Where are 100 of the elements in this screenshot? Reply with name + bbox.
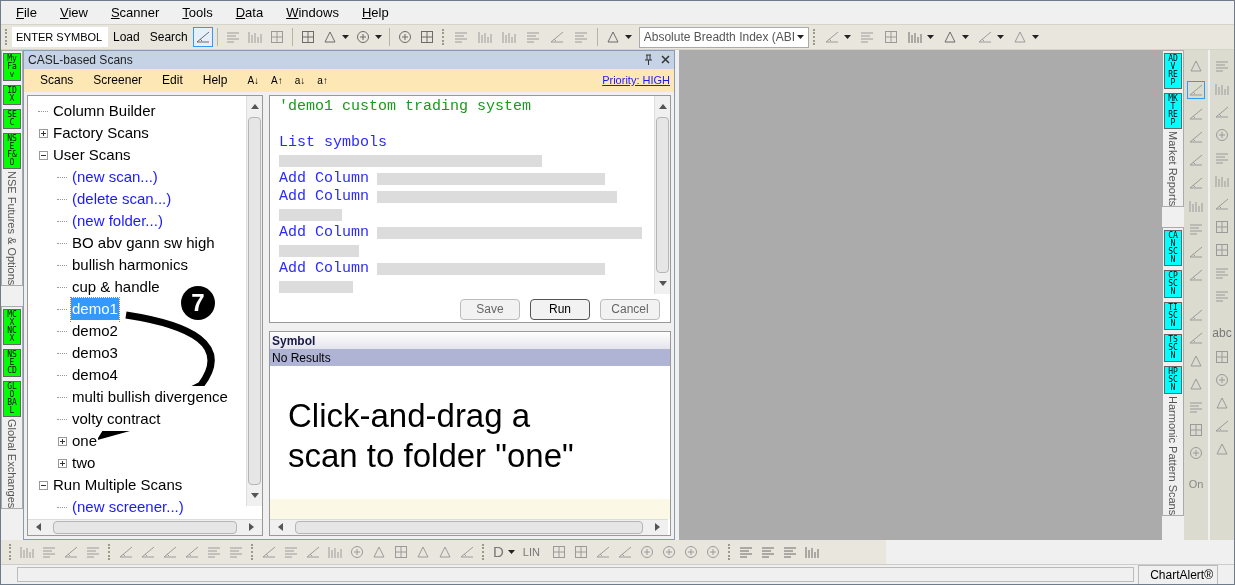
scroll-right-icon[interactable] xyxy=(655,523,660,532)
toolbar-grip[interactable] xyxy=(108,543,111,560)
menu-item[interactable]: Scanner xyxy=(110,2,160,23)
menu-item[interactable]: Data xyxy=(235,2,264,23)
chart-tool-icon[interactable] xyxy=(1188,444,1204,461)
chart-tool-icon[interactable] xyxy=(704,543,721,560)
menu-item[interactable]: Help xyxy=(361,2,389,23)
chart-tool-icon[interactable] xyxy=(418,29,435,45)
scrollbar-thumb[interactable] xyxy=(53,520,237,534)
toolbar-grip[interactable] xyxy=(441,29,445,45)
dropdown-caret-icon[interactable] xyxy=(961,35,969,39)
priority-link[interactable]: Priority: HIGH xyxy=(602,71,670,89)
editor-button[interactable]: Save xyxy=(460,298,520,320)
symbol-field[interactable]: ENTER SYMBOL xyxy=(12,27,108,47)
chart-tool-icon[interactable] xyxy=(638,543,655,560)
exchange-badge[interactable]: ADV REP xyxy=(1164,52,1182,89)
scrollbar-thumb[interactable] xyxy=(248,116,261,485)
vertical-panel-label[interactable]: NSE Futures & Options xyxy=(1,170,25,285)
vertical-panel-label[interactable]: Harmonic Pattern Scans xyxy=(1160,395,1186,516)
scroll-up-icon[interactable] xyxy=(658,103,667,109)
dropdown-caret-icon[interactable] xyxy=(507,549,515,554)
toolbar-grip[interactable] xyxy=(727,543,731,560)
editor-button[interactable]: Run xyxy=(530,298,590,320)
menu-item[interactable]: Windows xyxy=(286,2,339,23)
scroll-down-icon[interactable] xyxy=(658,280,667,286)
chart-tool-icon[interactable] xyxy=(1214,218,1230,235)
chart-tool-icon[interactable] xyxy=(548,29,565,45)
exchange-badge[interactable]: HP SCN xyxy=(1164,365,1182,394)
expand-icon[interactable] xyxy=(38,129,48,139)
editor-button[interactable]: Cancel xyxy=(600,298,660,320)
dropdown-caret-icon[interactable] xyxy=(926,35,934,39)
chart-tool-icon[interactable] xyxy=(1188,421,1204,438)
tree-item[interactable]: multi bullish divergence xyxy=(71,386,229,409)
exchange-badge[interactable]: GLO BAL xyxy=(3,381,21,417)
panel-menu-item[interactable]: Scans xyxy=(40,71,74,90)
font-size-button[interactable]: a↓ xyxy=(294,72,306,88)
font-size-button[interactable]: a↑ xyxy=(317,72,328,88)
column-header[interactable]: Symbol xyxy=(270,331,670,349)
menu-item[interactable]: Tools xyxy=(182,2,213,23)
exchange-badge[interactable]: TS SCN xyxy=(1164,333,1182,362)
chart-tool-icon[interactable] xyxy=(682,543,699,560)
expand-icon[interactable] xyxy=(57,437,67,447)
exchange-badge[interactable]: NSE CD xyxy=(3,349,21,377)
exchange-badge[interactable]: My Fav xyxy=(3,52,21,81)
scrollbar-thumb[interactable] xyxy=(656,116,669,273)
vertical-panel-label[interactable]: Global Exchanges xyxy=(1,419,25,509)
chart-tool-icon[interactable] xyxy=(550,543,567,560)
collapse-icon[interactable] xyxy=(38,481,48,491)
toolbar-button[interactable]: Load xyxy=(108,28,145,46)
chart-tool-icon[interactable] xyxy=(299,29,316,45)
dropdown-caret-icon[interactable] xyxy=(624,35,632,39)
toolbar-grip[interactable] xyxy=(9,543,12,560)
chart-tool-icon[interactable] xyxy=(349,543,365,560)
chart-tool-icon[interactable] xyxy=(396,29,413,45)
toolbar-grip[interactable] xyxy=(812,29,816,45)
toolbar-grip[interactable] xyxy=(5,29,8,45)
pin-icon[interactable] xyxy=(644,54,653,66)
dropdown-caret-icon[interactable] xyxy=(374,35,382,39)
toolbar-grip[interactable] xyxy=(482,543,485,560)
toolbar-grip[interactable] xyxy=(251,543,254,560)
scroll-left-icon[interactable] xyxy=(278,523,283,532)
scale-button[interactable]: LIN xyxy=(522,543,540,561)
exchange-badge[interactable]: CP SCN xyxy=(1164,269,1182,298)
scroll-down-icon[interactable] xyxy=(250,492,259,498)
chart-tool-icon[interactable] xyxy=(572,543,589,560)
chart-tool-icon[interactable] xyxy=(1214,371,1230,388)
chart-tool-icon[interactable] xyxy=(882,29,899,45)
scroll-up-icon[interactable] xyxy=(250,103,259,109)
dropdown-caret-icon[interactable] xyxy=(843,35,851,39)
tree-item[interactable]: volty contract xyxy=(71,408,162,431)
font-size-button[interactable]: A↓ xyxy=(247,72,260,88)
panel-menu-item[interactable]: Screener xyxy=(93,71,143,90)
menu-item[interactable]: View xyxy=(59,2,88,23)
exchange-badge[interactable]: NSE F&O xyxy=(3,132,21,169)
scrollbar-thumb[interactable] xyxy=(295,520,643,534)
menu-item[interactable]: File xyxy=(16,2,37,23)
chart-tool-icon[interactable] xyxy=(1214,241,1230,258)
font-size-button[interactable]: A↑ xyxy=(271,72,283,88)
chart-tool-icon[interactable] xyxy=(1214,348,1230,365)
exchange-badge[interactable]: MKT REP xyxy=(1164,92,1182,129)
scroll-left-icon[interactable] xyxy=(36,523,41,532)
dropdown-caret-icon[interactable] xyxy=(796,35,804,39)
dropdown-caret-icon[interactable] xyxy=(996,35,1004,39)
chart-tool-icon[interactable] xyxy=(268,29,285,45)
collapse-icon[interactable] xyxy=(38,151,48,161)
dropdown-caret-icon[interactable] xyxy=(1031,35,1039,39)
exchange-badge[interactable]: SEC xyxy=(3,108,21,129)
expand-icon[interactable] xyxy=(57,459,67,469)
chart-tool-icon[interactable] xyxy=(1214,126,1230,143)
exchange-badge[interactable]: MCX NCX xyxy=(3,309,21,345)
chart-tool-icon[interactable] xyxy=(393,543,409,560)
vertical-panel-label[interactable]: Market Reports xyxy=(1160,130,1186,206)
panel-menu-item[interactable]: Help xyxy=(202,71,228,90)
indicator-select[interactable]: Absolute Breadth Index (ABI xyxy=(638,26,809,48)
toolbar-button[interactable]: Search xyxy=(144,28,193,46)
exchange-badge[interactable]: CAN SCN xyxy=(1164,229,1182,266)
panel-menu-item[interactable]: Edit xyxy=(162,71,183,90)
scroll-right-icon[interactable] xyxy=(249,523,254,532)
exchange-badge[interactable]: IDX xyxy=(3,84,21,105)
chart-type-button[interactable]: D xyxy=(493,540,504,564)
